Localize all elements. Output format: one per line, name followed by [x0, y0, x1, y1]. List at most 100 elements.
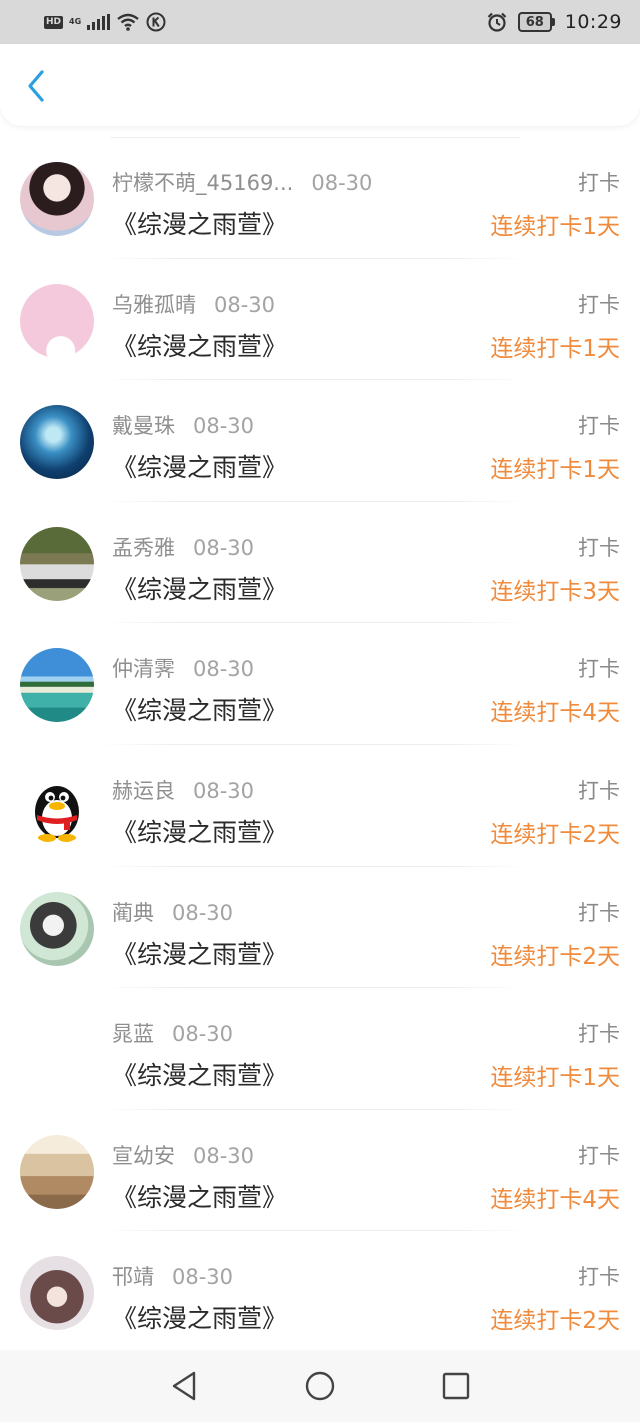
- entry-meta: 宣幼安 08-30: [112, 1140, 254, 1170]
- recents-square-icon: [442, 1372, 470, 1400]
- checkin-type: 打卡: [578, 171, 620, 195]
- book-title[interactable]: 《综漫之雨萱》: [112, 691, 287, 727]
- list-item[interactable]: 乌雅孤晴 08-30 《综漫之雨萱》 打卡 连续打卡1天: [0, 259, 640, 381]
- list-item[interactable]: 蔺典 08-30 《综漫之雨萱》 打卡 连续打卡2天: [0, 867, 640, 989]
- status-left: HD 4G: [44, 12, 166, 32]
- user-name[interactable]: 宣幼安: [112, 1140, 175, 1170]
- entry-date: 08-30: [193, 414, 255, 439]
- entry-date: 08-30: [193, 535, 255, 560]
- avatar[interactable]: [20, 405, 94, 480]
- user-name[interactable]: 蔺典: [112, 897, 154, 927]
- checkin-type: 打卡: [578, 1022, 620, 1047]
- status-bar: HD 4G 68 10:29: [0, 0, 640, 44]
- streak-text: 连续打卡2天: [490, 1308, 620, 1335]
- avatar[interactable]: [20, 1013, 94, 1088]
- avatar[interactable]: [20, 162, 94, 236]
- nav-home-button[interactable]: [302, 1368, 338, 1404]
- list-item[interactable]: 戴曼珠 08-30 《综漫之雨萱》 打卡 连续打卡1天: [0, 380, 640, 502]
- entry-meta: 戴曼珠 08-30: [112, 410, 254, 440]
- alarm-icon: [487, 12, 507, 32]
- entry-date: 08-30: [311, 171, 373, 195]
- avatar[interactable]: [20, 891, 94, 966]
- streak-text: 连续打卡1天: [490, 457, 620, 484]
- avatar[interactable]: [20, 1256, 94, 1331]
- streak-text: 连续打卡1天: [490, 1065, 620, 1092]
- battery-icon: 68: [517, 12, 555, 32]
- avatar[interactable]: [20, 648, 94, 723]
- entry-meta: 蔺典 08-30: [112, 897, 233, 927]
- checkin-type: 打卡: [578, 535, 620, 560]
- clock: 10:29: [564, 11, 622, 33]
- hd-icon: HD: [44, 15, 64, 29]
- wifi-icon: [117, 13, 139, 31]
- user-name[interactable]: 晁蓝: [112, 1018, 154, 1048]
- entry-meta: 晁蓝 08-30: [112, 1018, 233, 1048]
- book-title[interactable]: 《综漫之雨萱》: [112, 1299, 287, 1335]
- nav-back-button[interactable]: [166, 1368, 202, 1404]
- entry-date: 08-30: [172, 900, 234, 925]
- user-name[interactable]: 乌雅孤晴: [112, 289, 196, 319]
- user-name[interactable]: 赫运良: [112, 775, 175, 805]
- nav-recents-button[interactable]: [438, 1368, 474, 1404]
- checkin-type: 打卡: [578, 292, 620, 317]
- book-title[interactable]: 《综漫之雨萱》: [112, 205, 287, 241]
- streak-text: 连续打卡3天: [490, 578, 620, 605]
- back-button[interactable]: [16, 66, 56, 106]
- user-name[interactable]: 戴曼珠: [112, 410, 175, 440]
- list-item[interactable]: 仲清霁 08-30 《综漫之雨萱》 打卡 连续打卡4天: [0, 623, 640, 745]
- streak-text: 连续打卡4天: [490, 700, 620, 727]
- book-title[interactable]: 《综漫之雨萱》: [112, 448, 287, 484]
- entry-date: 08-30: [214, 292, 276, 317]
- k-icon: [146, 12, 166, 32]
- user-name[interactable]: 仲清霁: [112, 653, 175, 683]
- checkin-type: 打卡: [578, 1265, 620, 1290]
- entry-meta: 赫运良 08-30: [112, 775, 254, 805]
- checkin-list: 柠檬不萌_45169... 08-30 《综漫之雨萱》 打卡 连续打卡1天 乌雅…: [0, 137, 640, 1353]
- header: [0, 44, 640, 126]
- book-title[interactable]: 《综漫之雨萱》: [112, 570, 287, 606]
- entry-date: 08-30: [172, 1265, 234, 1290]
- checkin-type: 打卡: [578, 778, 620, 803]
- checkin-type: 打卡: [578, 414, 620, 439]
- home-circle-icon: [305, 1371, 335, 1401]
- status-right: 68 10:29: [486, 11, 622, 33]
- list-item[interactable]: 孟秀雅 08-30 《综漫之雨萱》 打卡 连续打卡3天: [0, 502, 640, 624]
- entry-meta: 孟秀雅 08-30: [112, 532, 254, 562]
- book-title[interactable]: 《综漫之雨萱》: [112, 813, 287, 849]
- back-triangle-icon: [172, 1371, 196, 1401]
- avatar[interactable]: [20, 1134, 94, 1209]
- book-title[interactable]: 《综漫之雨萱》: [112, 1056, 287, 1092]
- streak-text: 连续打卡1天: [490, 214, 620, 240]
- user-name[interactable]: 邗靖: [112, 1261, 154, 1291]
- system-nav-bar: [0, 1350, 640, 1422]
- checkin-type: 打卡: [578, 657, 620, 682]
- streak-text: 连续打卡2天: [490, 821, 620, 848]
- list-item[interactable]: 邗靖 08-30 《综漫之雨萱》 打卡 连续打卡2天: [0, 1231, 640, 1353]
- entry-date: 08-30: [172, 1022, 234, 1047]
- entry-date: 08-30: [193, 657, 255, 682]
- network-type: 4G: [69, 17, 82, 26]
- avatar[interactable]: [20, 526, 94, 601]
- entry-meta: 乌雅孤晴 08-30: [112, 289, 275, 319]
- checkin-type: 打卡: [578, 1143, 620, 1168]
- battery-level: 68: [517, 12, 552, 32]
- signal-icon: [87, 14, 111, 30]
- book-title[interactable]: 《综漫之雨萱》: [112, 327, 287, 363]
- entry-meta: 柠檬不萌_45169... 08-30: [112, 167, 372, 197]
- list-item[interactable]: 宣幼安 08-30 《综漫之雨萱》 打卡 连续打卡4天: [0, 1110, 640, 1232]
- streak-text: 连续打卡1天: [490, 335, 620, 362]
- entry-date: 08-30: [193, 778, 255, 803]
- avatar[interactable]: [20, 283, 94, 358]
- avatar[interactable]: [20, 769, 94, 844]
- user-name[interactable]: 柠檬不萌_45169...: [112, 167, 293, 197]
- list-item[interactable]: 赫运良 08-30 《综漫之雨萱》 打卡 连续打卡2天: [0, 745, 640, 867]
- checkin-type: 打卡: [578, 900, 620, 925]
- entry-meta: 仲清霁 08-30: [112, 653, 254, 683]
- book-title[interactable]: 《综漫之雨萱》: [112, 935, 287, 971]
- entry-date: 08-30: [193, 1143, 255, 1168]
- list-item[interactable]: 晁蓝 08-30 《综漫之雨萱》 打卡 连续打卡1天: [0, 988, 640, 1110]
- streak-text: 连续打卡4天: [490, 1186, 620, 1213]
- list-item[interactable]: 柠檬不萌_45169... 08-30 《综漫之雨萱》 打卡 连续打卡1天: [0, 137, 640, 259]
- user-name[interactable]: 孟秀雅: [112, 532, 175, 562]
- book-title[interactable]: 《综漫之雨萱》: [112, 1178, 287, 1214]
